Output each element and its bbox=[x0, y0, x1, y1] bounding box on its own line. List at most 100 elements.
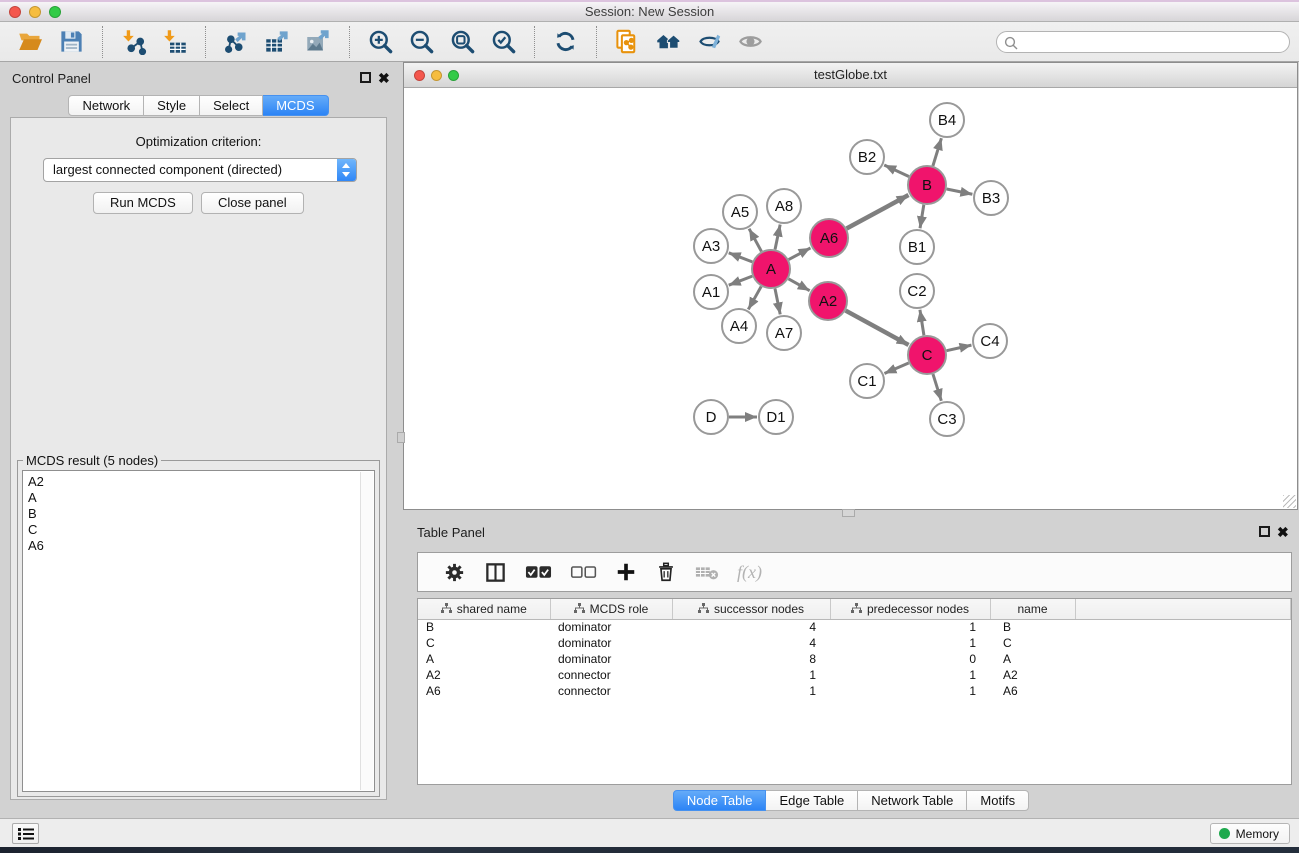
graph-node-B2[interactable]: B2 bbox=[850, 140, 884, 174]
show-style-icon[interactable] bbox=[696, 28, 723, 55]
cell[interactable]: C bbox=[990, 635, 1075, 651]
tab-network[interactable]: Network bbox=[68, 95, 144, 116]
cell[interactable]: 1 bbox=[830, 667, 990, 683]
tab-select[interactable]: Select bbox=[200, 95, 263, 116]
graph-node-A4[interactable]: A4 bbox=[722, 309, 756, 343]
result-item-b[interactable]: B bbox=[28, 506, 374, 522]
control-panel-float-button[interactable] bbox=[360, 72, 371, 83]
graph-node-B4[interactable]: B4 bbox=[930, 103, 964, 137]
cell[interactable]: 1 bbox=[830, 683, 990, 699]
horizontal-splitter-handle[interactable] bbox=[842, 509, 855, 517]
graph-edge-A-A1[interactable] bbox=[729, 276, 753, 285]
cell[interactable]: dominator bbox=[550, 619, 672, 635]
tab-mcds[interactable]: MCDS bbox=[263, 95, 328, 116]
graph-node-C2[interactable]: C2 bbox=[900, 274, 934, 308]
close-panel-button[interactable]: Close panel bbox=[201, 192, 304, 214]
cell[interactable]: 8 bbox=[672, 651, 830, 667]
graph-node-A3[interactable]: A3 bbox=[694, 229, 728, 263]
graph-node-A1[interactable]: A1 bbox=[694, 275, 728, 309]
table-row[interactable]: A6connector11A6 bbox=[418, 683, 1291, 699]
home-icon[interactable] bbox=[655, 28, 682, 55]
tab-style[interactable]: Style bbox=[144, 95, 200, 116]
export-image-icon[interactable] bbox=[305, 28, 332, 55]
cell[interactable]: A6 bbox=[990, 683, 1075, 699]
graph-edge-A-A2[interactable] bbox=[788, 279, 809, 291]
graph-edge-A-A6[interactable] bbox=[789, 248, 811, 260]
graph-node-C1[interactable]: C1 bbox=[850, 364, 884, 398]
mcds-result-list[interactable]: A2ABCA6 bbox=[22, 470, 375, 792]
cell[interactable]: A bbox=[418, 651, 550, 667]
graph-node-A8[interactable]: A8 bbox=[767, 189, 801, 223]
create-column-plus-icon[interactable] bbox=[615, 561, 637, 583]
result-item-c[interactable]: C bbox=[28, 522, 374, 538]
import-network-icon[interactable] bbox=[120, 28, 147, 55]
graph-node-C4[interactable]: C4 bbox=[973, 324, 1007, 358]
cell[interactable]: A6 bbox=[418, 683, 550, 699]
network-window-titlebar[interactable]: testGlobe.txt bbox=[404, 63, 1297, 88]
run-mcds-button[interactable]: Run MCDS bbox=[93, 192, 193, 214]
vertical-splitter-handle[interactable] bbox=[397, 432, 405, 443]
show-graphics-details-icon[interactable] bbox=[737, 28, 764, 55]
criterion-dropdown[interactable]: largest connected component (directed) bbox=[43, 158, 357, 182]
table-panel-close-button[interactable]: ✖ bbox=[1277, 526, 1289, 538]
show-columns-icon[interactable] bbox=[484, 561, 507, 584]
cell[interactable]: dominator bbox=[550, 651, 672, 667]
table-row[interactable]: Bdominator41B bbox=[418, 619, 1291, 635]
tab-edge-table[interactable]: Edge Table bbox=[766, 790, 858, 811]
graph-edge-B-B4[interactable] bbox=[933, 138, 942, 166]
graph-node-D1[interactable]: D1 bbox=[759, 400, 793, 434]
task-history-button[interactable] bbox=[12, 823, 39, 844]
search-field[interactable] bbox=[996, 31, 1290, 53]
cell[interactable]: connector bbox=[550, 683, 672, 699]
graph-node-B3[interactable]: B3 bbox=[974, 181, 1008, 215]
close-window-button[interactable] bbox=[9, 6, 21, 18]
graph-node-B1[interactable]: B1 bbox=[900, 230, 934, 264]
network-close-button[interactable] bbox=[414, 70, 425, 81]
zoom-in-icon[interactable] bbox=[367, 28, 394, 55]
tab-node-table[interactable]: Node Table bbox=[673, 790, 767, 811]
graph-node-A2[interactable]: A2 bbox=[809, 282, 847, 320]
cell[interactable]: 1 bbox=[830, 635, 990, 651]
zoom-fit-icon[interactable] bbox=[449, 28, 476, 55]
network-canvas[interactable]: B4B2BB3A8A5A6A3B1AC2A1A2A4A7C4CC1DC3D1 bbox=[404, 88, 1297, 509]
unselect-all-columns-icon[interactable] bbox=[570, 565, 597, 580]
delete-column-trash-icon[interactable] bbox=[655, 561, 677, 583]
column-header-name[interactable]: name bbox=[990, 599, 1075, 619]
tab-motifs[interactable]: Motifs bbox=[967, 790, 1029, 811]
graph-node-D[interactable]: D bbox=[694, 400, 728, 434]
network-resize-handle[interactable] bbox=[1283, 495, 1296, 508]
network-zoom-button[interactable] bbox=[448, 70, 459, 81]
new-session-from-network-icon[interactable] bbox=[614, 28, 641, 55]
cell[interactable]: 4 bbox=[672, 635, 830, 651]
graph-edge-B-B1[interactable] bbox=[920, 205, 924, 228]
minimize-window-button[interactable] bbox=[29, 6, 41, 18]
cell[interactable]: 4 bbox=[672, 619, 830, 635]
network-graph[interactable]: B4B2BB3A8A5A6A3B1AC2A1A2A4A7C4CC1DC3D1 bbox=[404, 88, 1297, 509]
graph-edge-A-A5[interactable] bbox=[749, 229, 761, 252]
cell[interactable]: 1 bbox=[672, 667, 830, 683]
export-table-icon[interactable] bbox=[264, 28, 291, 55]
table-row[interactable]: Adominator80A bbox=[418, 651, 1291, 667]
delete-table-icon[interactable] bbox=[695, 563, 719, 581]
column-header-mcds-role[interactable]: MCDS role bbox=[550, 599, 672, 619]
open-session-icon[interactable] bbox=[17, 28, 44, 55]
graph-edge-A-A7[interactable] bbox=[775, 289, 780, 315]
cell[interactable]: B bbox=[990, 619, 1075, 635]
import-table-icon[interactable] bbox=[161, 28, 188, 55]
table-row[interactable]: Cdominator41C bbox=[418, 635, 1291, 651]
graph-edge-B-B3[interactable] bbox=[947, 189, 973, 194]
result-item-a[interactable]: A bbox=[28, 490, 374, 506]
memory-button[interactable]: Memory bbox=[1210, 823, 1290, 844]
node-table[interactable]: shared nameMCDS rolesuccessor nodesprede… bbox=[417, 598, 1292, 785]
result-item-a6[interactable]: A6 bbox=[28, 538, 374, 554]
result-item-a2[interactable]: A2 bbox=[28, 474, 374, 490]
result-scrollbar[interactable] bbox=[360, 472, 373, 790]
cell[interactable]: A bbox=[990, 651, 1075, 667]
select-all-columns-icon[interactable] bbox=[525, 565, 552, 580]
column-header-predecessor-nodes[interactable]: predecessor nodes bbox=[830, 599, 990, 619]
table-settings-gear-icon[interactable] bbox=[443, 561, 466, 584]
graph-edge-A-A3[interactable] bbox=[729, 253, 753, 262]
zoom-window-button[interactable] bbox=[49, 6, 61, 18]
network-minimize-button[interactable] bbox=[431, 70, 442, 81]
cell[interactable]: 1 bbox=[672, 683, 830, 699]
